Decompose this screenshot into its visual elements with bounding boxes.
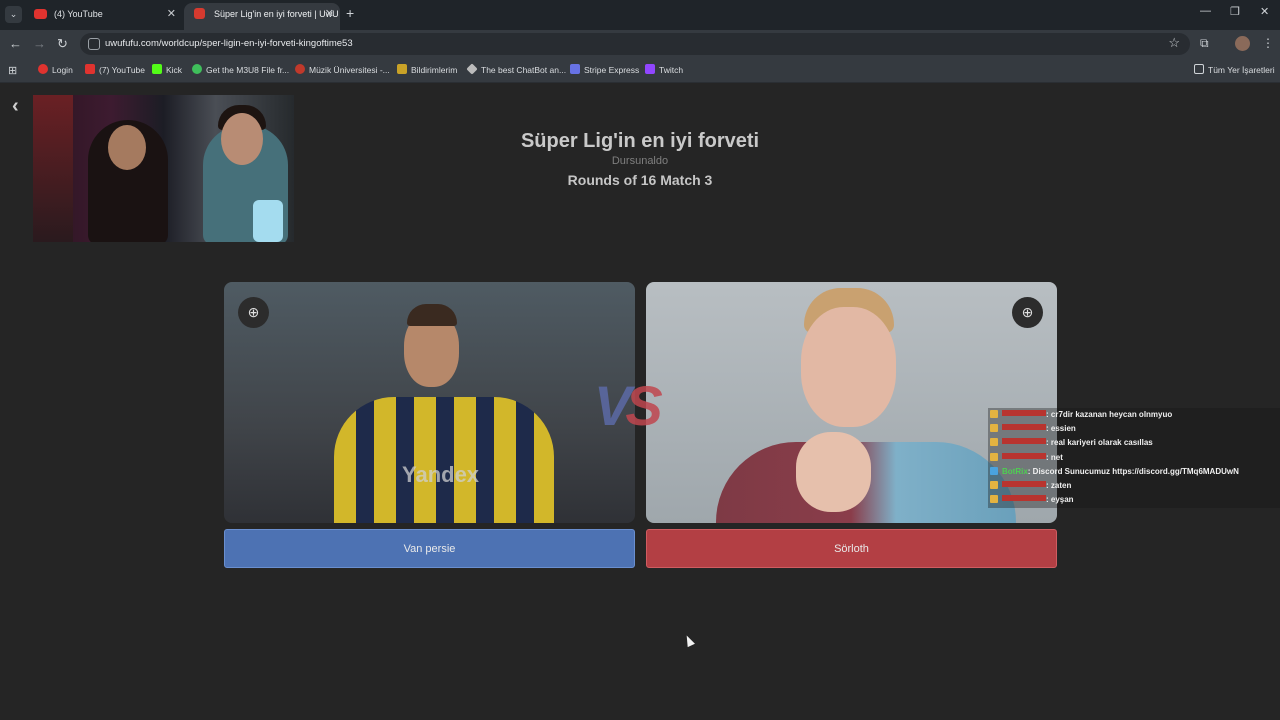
chat-overlay: : cr7dir kazanan heycan olnmyuo : essien… [988, 408, 1280, 508]
badge-icon [990, 495, 998, 504]
music-icon [295, 64, 305, 74]
choice-button-right[interactable]: Sörloth [646, 529, 1057, 568]
apps-grid-icon[interactable]: ⊞ [8, 64, 17, 77]
page-content: ‹ Süper Lig'in en iyi forveti Dursunaldo… [0, 84, 1280, 720]
badge-icon [990, 480, 998, 489]
youtube-icon [34, 9, 47, 19]
chat-username-redacted [1002, 495, 1046, 502]
browser-toolbar: ← → ↻ uwufufu.com/worldcup/sper-ligin-en… [0, 30, 1280, 58]
forward-icon[interactable]: → [33, 36, 46, 51]
chat-username-redacted [1002, 424, 1046, 431]
close-window-icon[interactable]: ✕ [1260, 5, 1269, 18]
bookmark-star-icon[interactable]: ☆ [1168, 35, 1180, 51]
site-info-icon[interactable] [88, 38, 100, 50]
bookmark-bildirimlerim[interactable]: Bildirimlerim [397, 64, 457, 75]
badge-icon [990, 452, 998, 461]
restore-icon[interactable]: ❐ [1230, 5, 1240, 18]
chat-username-redacted [1002, 410, 1046, 416]
bookmarks-bar: ⊞ Login (7) YouTube Kick Get the M3U8 Fi… [0, 58, 1280, 83]
bookmark-login[interactable]: Login [38, 64, 73, 75]
bookmark-chatbot[interactable]: The best ChatBot an... [466, 63, 566, 75]
reload-icon[interactable]: ↻ [57, 36, 68, 52]
kick-icon [152, 64, 162, 74]
tab-title: (4) YouTube [54, 9, 103, 19]
all-bookmarks[interactable]: Tüm Yer İşaretleri [1194, 64, 1275, 75]
menu-icon[interactable]: ⋮ [1262, 36, 1274, 50]
zoom-icon[interactable]: ⊕ [238, 297, 269, 328]
chat-username-redacted [1002, 452, 1046, 459]
bot-badge-icon [990, 466, 998, 475]
chat-message: : real kariyeri olarak casıllas [988, 436, 1280, 450]
minimize-icon[interactable]: — [1200, 5, 1211, 17]
tab-uwufufu[interactable]: Süper Lig'in en iyi forveti | UwU ✕ [184, 3, 340, 30]
avatar[interactable] [1235, 36, 1250, 51]
new-tab-button[interactable]: + [346, 5, 354, 21]
chat-message: : essien [988, 422, 1280, 436]
page-title: Süper Lig'in en iyi forveti [520, 130, 760, 152]
chat-message: : eyşan [988, 493, 1280, 507]
bookmark-m3u8[interactable]: Get the M3U8 File fr... [192, 64, 289, 75]
webcam-overlay [33, 95, 294, 242]
back-icon[interactable]: ← [9, 36, 22, 51]
mouse-cursor-icon [683, 633, 695, 648]
bell-icon [397, 64, 407, 74]
e-icon [38, 64, 48, 74]
chat-message: : net [988, 451, 1280, 465]
chat-username-redacted [1002, 480, 1046, 487]
folder-icon [1194, 64, 1204, 74]
bookmark-stripe[interactable]: Stripe Express [570, 64, 639, 75]
chat-username: BotRix [1002, 466, 1028, 476]
tab-strip: ⌄ (4) YouTube ✕ Süper Lig'in en iyi forv… [0, 0, 1280, 30]
chat-message: : cr7dir kazanan heycan olnmyuo [988, 408, 1280, 422]
bookmark-twitch[interactable]: Twitch [645, 64, 683, 75]
tab-title: Süper Lig'in en iyi forveti | UwU [214, 9, 339, 19]
twitch-icon [645, 64, 655, 74]
chat-message: BotRix: Discord Sunucumuz https://discor… [988, 465, 1280, 479]
badge-icon [990, 438, 998, 447]
tab-search-button[interactable]: ⌄ [5, 6, 22, 23]
close-tab-icon[interactable]: ✕ [167, 3, 176, 25]
green-circle-icon [192, 64, 202, 74]
choice-button-left[interactable]: Van persie [224, 529, 635, 568]
round-label: Rounds of 16 Match 3 [567, 172, 713, 188]
tab-youtube[interactable]: (4) YouTube ✕ [24, 3, 182, 30]
zoom-icon[interactable]: ⊕ [1012, 297, 1043, 328]
bookmark-muzik[interactable]: Müzik Üniversitesi -... [295, 64, 390, 75]
diamond-icon [466, 63, 478, 75]
extensions-icon[interactable]: ⧉ [1200, 36, 1209, 51]
vs-label: VS [594, 374, 663, 437]
url-text: uwufufu.com/worldcup/sper-ligin-en-iyi-f… [105, 38, 353, 49]
chat-username-redacted [1002, 438, 1046, 445]
badge-icon [990, 410, 998, 418]
close-tab-icon[interactable]: ✕ [325, 3, 334, 25]
choice-image-left[interactable]: Yandex ⊕ [224, 282, 635, 523]
badge-icon [990, 424, 998, 433]
bookmark-kick[interactable]: Kick [152, 64, 182, 75]
youtube-icon [85, 64, 95, 74]
author-name: Dursunaldo [611, 155, 669, 167]
bookmark-youtube[interactable]: (7) YouTube [85, 64, 145, 75]
jersey-sponsor-text: Yandex [402, 462, 480, 487]
stripe-icon [570, 64, 580, 74]
back-arrow-icon[interactable]: ‹ [12, 95, 19, 118]
address-bar[interactable]: uwufufu.com/worldcup/sper-ligin-en-iyi-f… [80, 33, 1190, 55]
uwufufu-icon [194, 8, 205, 19]
chat-message: : zaten [988, 479, 1280, 493]
